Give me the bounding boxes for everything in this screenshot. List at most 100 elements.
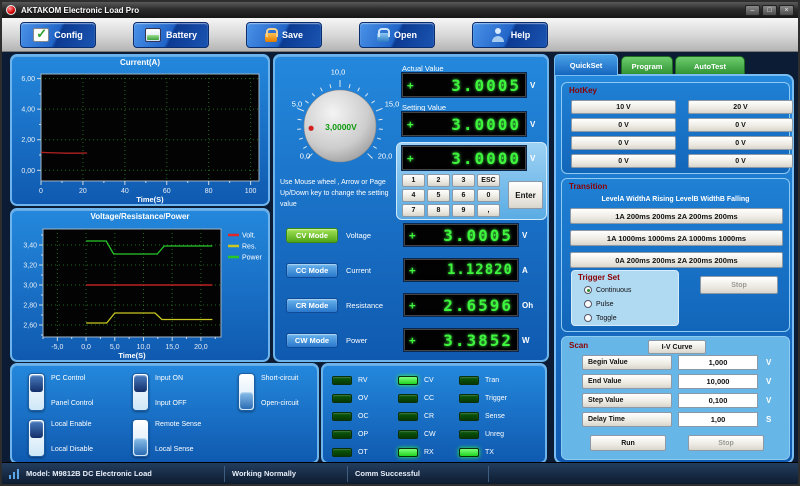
led-trigger: Trigger [459,393,507,403]
key-5[interactable]: 5 [427,189,450,202]
resistance-label: Resistance [346,300,384,310]
circuit-toggle[interactable] [238,373,255,411]
current-digits: 1.12820 [446,262,513,278]
delay-time-button[interactable]: Delay Time [582,412,672,427]
short-circuit-label: Short-circuit [261,375,299,382]
iv-curve-button[interactable]: I-V Curve [648,340,706,354]
battery-button[interactable]: Battery [133,22,209,48]
close-button[interactable]: × [779,4,794,16]
key-7[interactable]: 7 [402,204,425,217]
cw-mode-button[interactable]: CW Mode [286,332,338,348]
key-comma[interactable]: , [477,204,500,217]
scan-stop-button[interactable]: Stop [688,435,764,451]
oc-label: OC [358,412,369,420]
rx-led [398,447,418,457]
cv-led [398,375,418,385]
status-divider [488,466,489,482]
ot-led [332,447,352,457]
setting-unit: V [530,120,536,129]
hotkey-button-2[interactable]: 20 V [688,100,793,114]
transition-preset-1[interactable]: 1A 200ms 200ms 2A 200ms 200ms [570,208,783,224]
led-column-1: RV OV OC OP OT [332,375,369,457]
step-value-field[interactable]: 0,100 [678,393,758,408]
sense-toggle[interactable] [132,419,149,457]
hotkey-button-4[interactable]: 0 V [688,118,793,132]
window-title: AKTAKOM Electronic Load Pro [21,5,140,15]
end-value-button[interactable]: End Value [582,374,672,389]
minimize-button[interactable]: – [745,4,760,16]
open-label: Open [393,30,417,40]
scan-run-button[interactable]: Run [590,435,666,451]
local-enable-label: Local Enable [51,421,92,428]
power-display: +3.3852 [404,329,518,351]
transition-preset-2[interactable]: 1A 1000ms 1000ms 2A 1000ms 1000ms [570,230,783,246]
end-value-field[interactable]: 10,000 [678,374,758,389]
toggle-group-pc-control: PC Control Panel Control [28,373,123,413]
tran-label: Tran [485,376,500,384]
key-9[interactable]: 9 [452,204,475,217]
knob-value: 3,0000V [325,122,357,132]
tab-quickset[interactable]: QuickSet [554,54,618,75]
key-1[interactable]: 1 [402,174,425,187]
begin-value-button[interactable]: Begin Value [582,355,672,370]
ov-led [332,393,352,403]
status-chart-icon [9,468,21,479]
current-sign: + [409,263,416,277]
key-6[interactable]: 6 [452,189,475,202]
radio-continuous[interactable]: Continuous [584,286,631,294]
transition-title: Transition [569,182,608,191]
key-esc[interactable]: ESC [477,174,500,187]
transition-stop-button[interactable]: Stop [700,276,778,294]
led-ot: OT [332,447,369,457]
transition-preset-3[interactable]: 0A 200ms 200ms 2A 200ms 200ms [570,252,783,268]
svg-text:4,00: 4,00 [21,107,35,114]
svg-text:6,00: 6,00 [21,76,35,83]
svg-text:0,00: 0,00 [21,168,35,175]
status-divider [347,466,348,482]
led-cc: CC [398,393,436,403]
begin-value-field[interactable]: 1,000 [678,355,758,370]
key-8[interactable]: 8 [427,204,450,217]
led-op: OP [332,429,369,439]
toolbar: Config Battery Save Open Help [2,18,798,52]
hotkey-button-8[interactable]: 0 V [688,154,793,168]
cr-mode-button[interactable]: CR Mode [286,297,338,313]
local-toggle[interactable] [28,419,45,457]
open-circuit-label: Open-circuit [261,400,299,407]
enter-button[interactable]: Enter [508,181,543,209]
begin-value-unit: V [766,358,772,367]
key-2[interactable]: 2 [427,174,450,187]
hotkey-button-5[interactable]: 0 V [571,136,676,150]
svg-text:0,0: 0,0 [81,344,91,351]
tab-program[interactable]: Program [621,56,673,75]
hotkey-button-1[interactable]: 10 V [571,100,676,114]
key-3[interactable]: 3 [452,174,475,187]
input-toggle[interactable] [132,373,149,411]
pc-control-toggle[interactable] [28,373,45,411]
hotkey-button-7[interactable]: 0 V [571,154,676,168]
cv-mode-button[interactable]: CV Mode [286,227,338,243]
step-value-button[interactable]: Step Value [582,393,672,408]
ot-label: OT [358,448,368,456]
resistance-display: +2.6596 [404,294,518,316]
radio-pulse[interactable]: Pulse [584,300,614,308]
vrp-chart-panel: Voltage/Resistance/Power -5,0 0,0 5,0 10,0 1… [10,208,270,362]
tab-autotest[interactable]: AutoTest [675,56,745,75]
key-4[interactable]: 4 [402,189,425,202]
save-button[interactable]: Save [246,22,322,48]
maximize-button[interactable]: □ [762,4,777,16]
delay-time-field[interactable]: 1,00 [678,412,758,427]
open-button[interactable]: Open [359,22,435,48]
current-chart: 0 20 40 60 80 100 0,00 2,00 4,00 6,00 Time(S) [21,73,260,204]
radio-toggle[interactable]: Toggle [584,314,617,322]
config-button[interactable]: Config [20,22,96,48]
key-0[interactable]: 0 [477,189,500,202]
hotkey-button-6[interactable]: 0 V [688,136,793,150]
help-button[interactable]: Help [472,22,548,48]
svg-text:Power: Power [242,255,263,262]
cc-mode-button[interactable]: CC Mode [286,262,338,278]
setting-sign: + [407,117,414,131]
hotkey-button-3[interactable]: 0 V [571,118,676,132]
led-cr: CR [398,411,436,421]
cc-mode-row: CC Mode Current +1.12820 A [283,259,545,281]
